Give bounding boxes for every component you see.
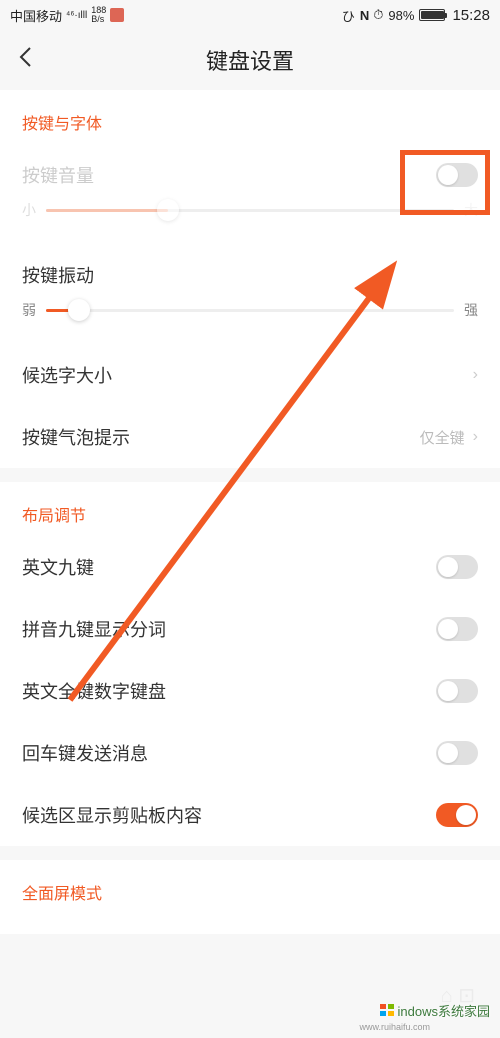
clipboard-toggle[interactable] [436, 803, 478, 827]
en-full-num-label: 英文全键数字键盘 [22, 678, 166, 704]
en-9key-label: 英文九键 [22, 554, 94, 580]
clipboard-label: 候选区显示剪贴板内容 [22, 802, 202, 828]
bubble-hint-row[interactable]: 按键气泡提示 仅全键 › [0, 406, 500, 468]
enter-send-label: 回车键发送消息 [22, 740, 148, 766]
watermark: indows系统家园 [380, 1001, 490, 1020]
en-9key-row: 英文九键 [0, 536, 500, 598]
key-sound-label: 按键音量 [22, 162, 94, 188]
bubble-hint-value: 仅全键 [420, 427, 465, 448]
pinyin-9key-toggle[interactable] [436, 617, 478, 641]
battery-percent: 98% [388, 8, 414, 23]
clipboard-row: 候选区显示剪贴板内容 [0, 784, 500, 846]
en-full-num-toggle[interactable] [436, 679, 478, 703]
slider-max-label: 强 [464, 300, 478, 320]
status-bar: 中国移动 ⁴⁶·ılll 188 B/s ひ N ⏱ 98% 15:28 [0, 0, 500, 30]
key-vibrate-slider[interactable] [46, 309, 454, 312]
key-vibrate-row: 按键振动 [0, 238, 500, 296]
alarm-icon: ⏱ [373, 7, 383, 23]
slider-max-label: 大 [464, 200, 478, 220]
back-button[interactable] [18, 46, 32, 75]
bubble-hint-label: 按键气泡提示 [22, 424, 130, 450]
carrier-label: 中国移动 [10, 6, 62, 25]
nfc-icon: N [360, 8, 368, 23]
slider-min-label: 小 [22, 200, 36, 220]
chevron-right-icon: › [473, 428, 478, 446]
watermark-url: www.ruihaifu.com [359, 1022, 430, 1032]
watermark-text: indows系统家园 [398, 1001, 490, 1020]
section-fullscreen: 全面屏模式 [0, 860, 500, 934]
en-9key-toggle[interactable] [436, 555, 478, 579]
pinyin-9key-label: 拼音九键显示分词 [22, 616, 166, 642]
key-vibrate-label: 按键振动 [22, 262, 94, 288]
en-full-num-row: 英文全键数字键盘 [0, 660, 500, 722]
signal-icon: ⁴⁶·ılll [66, 10, 87, 21]
slider-min-label: 弱 [22, 300, 36, 320]
enter-send-row: 回车键发送消息 [0, 722, 500, 784]
status-left: 中国移动 ⁴⁶·ılll 188 B/s [10, 6, 124, 25]
enter-send-toggle[interactable] [436, 741, 478, 765]
status-right: ひ N ⏱ 98% 15:28 [342, 6, 490, 25]
clock: 15:28 [452, 7, 490, 24]
nav-bar: 键盘设置 [0, 30, 500, 90]
candidate-size-row[interactable]: 候选字大小 › [0, 338, 500, 406]
key-sound-toggle[interactable] [436, 163, 478, 187]
pinyin-9key-row: 拼音九键显示分词 [0, 598, 500, 660]
section-layout: 布局调节 [0, 482, 500, 536]
section-keys-fonts: 按键与字体 [0, 90, 500, 144]
chevron-right-icon: › [473, 366, 478, 384]
notification-icon [110, 8, 124, 22]
battery-icon [419, 9, 445, 21]
windows-logo-icon [380, 1004, 396, 1018]
candidate-size-label: 候选字大小 [22, 362, 112, 388]
key-vibrate-slider-row: 弱 强 [0, 296, 500, 338]
eyecare-icon: ひ [342, 6, 355, 25]
page-title: 键盘设置 [206, 44, 294, 76]
chevron-left-icon [18, 46, 32, 68]
key-sound-row: 按键音量 [0, 144, 500, 196]
network-speed: 188 B/s [91, 6, 106, 24]
key-sound-slider[interactable] [46, 209, 454, 212]
key-sound-slider-row: 小 大 [0, 196, 500, 238]
